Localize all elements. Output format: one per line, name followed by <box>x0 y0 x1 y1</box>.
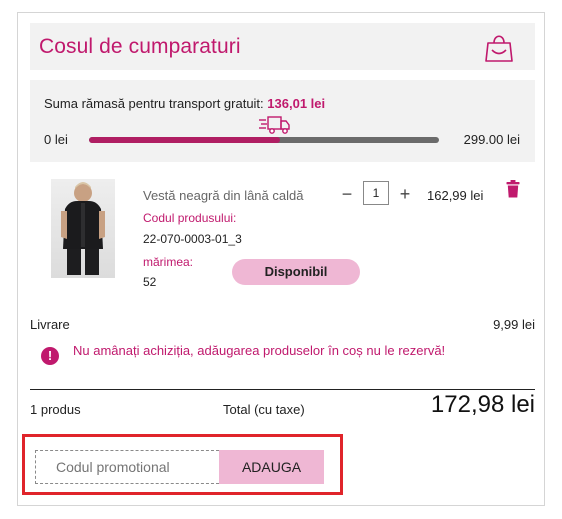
decrease-quantity-button[interactable]: − <box>337 179 357 209</box>
progress-max-label: 299.00 lei <box>463 132 520 147</box>
product-price: 162,99 lei <box>427 188 484 203</box>
delivery-truck-icon <box>259 116 290 134</box>
cart-title: Cosul de cumparaturi <box>39 35 241 58</box>
size-value: 52 <box>143 275 157 289</box>
free-shipping-remaining: 136,01 lei <box>267 96 326 111</box>
size-label: mărimea: <box>143 255 194 269</box>
apply-promo-button[interactable]: ADAUGA <box>219 450 324 484</box>
item-count: 1 produs <box>30 402 81 417</box>
quantity-stepper[interactable]: − 1 + <box>337 179 417 209</box>
product-code-value: 22-070-0003-01_3 <box>143 232 242 246</box>
delivery-price: 9,99 lei <box>493 317 535 332</box>
total-label: Total (cu taxe) <box>223 402 305 417</box>
promo-code-input[interactable] <box>35 450 219 484</box>
product-image[interactable] <box>51 179 115 278</box>
product-code-label: Codul produsului: <box>143 211 237 225</box>
free-shipping-text: Suma rămasă pentru transport gratuit: <box>44 96 264 111</box>
availability-badge: Disponibil <box>232 259 360 285</box>
alert-icon: ! <box>41 347 59 365</box>
reservation-warning: Nu amânați achiziția, adăugarea produsel… <box>73 343 446 358</box>
panel-bottom-divider <box>17 505 545 506</box>
progress-min-label: 0 lei <box>44 132 68 147</box>
shipping-progress-fill <box>89 137 280 143</box>
free-shipping-box: Suma rămasă pentru transport gratuit: 13… <box>30 80 535 162</box>
trash-icon[interactable] <box>506 180 520 198</box>
delivery-label: Livrare <box>30 317 70 332</box>
increase-quantity-button[interactable]: + <box>395 179 415 209</box>
cart-header: Cosul de cumparaturi <box>30 23 535 70</box>
product-photo <box>61 182 105 275</box>
summary-divider <box>30 389 535 390</box>
total-value: 172,98 lei <box>430 391 535 418</box>
quantity-input[interactable]: 1 <box>363 181 389 205</box>
shipping-progress-bar <box>89 137 439 143</box>
product-name[interactable]: Vestă neagră din lână caldă <box>143 188 303 203</box>
shopping-bag-icon[interactable] <box>481 29 517 65</box>
free-shipping-message: Suma rămasă pentru transport gratuit: 13… <box>44 96 325 111</box>
